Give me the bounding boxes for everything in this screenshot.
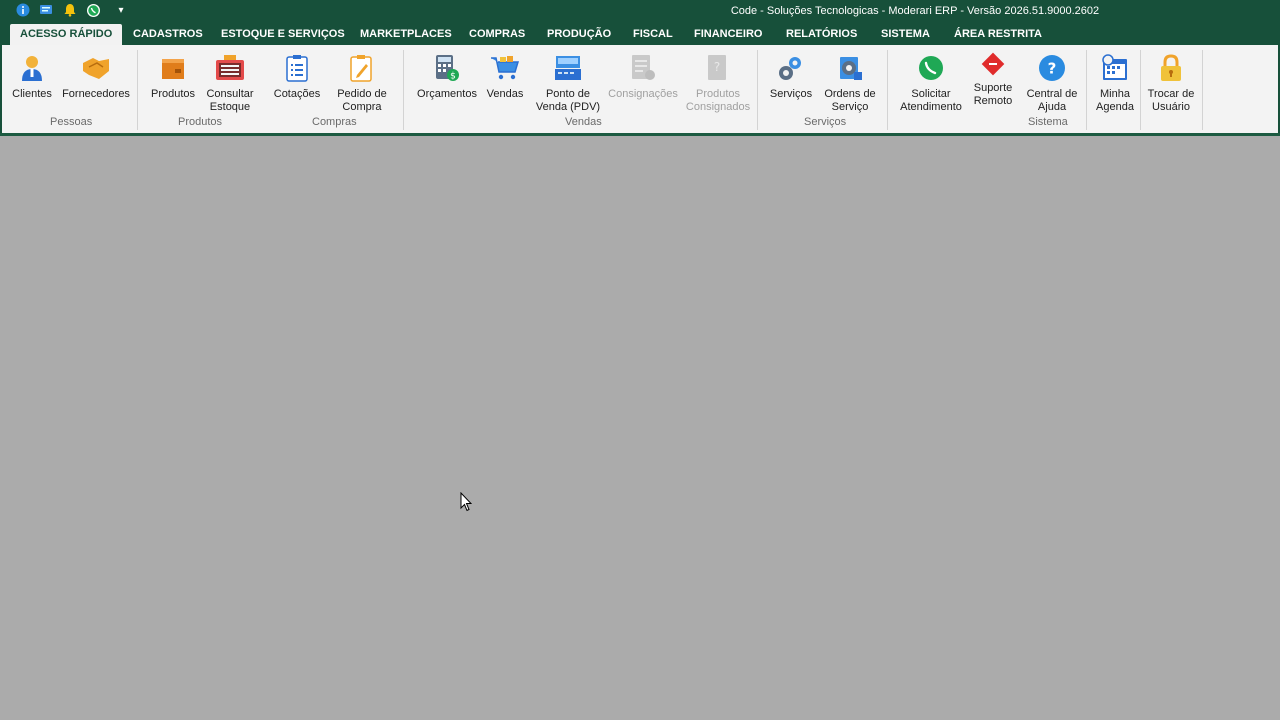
group-label-servicos: Serviços [804,116,847,128]
central-ajuda-button[interactable]: ? Central de Ajuda [1024,52,1080,114]
group-label-produtos: Produtos [178,116,223,128]
group-label-compras: Compras [312,116,357,128]
minha-agenda-button[interactable]: Minha Agenda [1093,52,1137,114]
ribbon-tabs: ACESSO RÁPIDO CADASTROS ESTOQUE E SERVIÇ… [0,24,1280,45]
group-divider [1202,50,1203,130]
group-divider [757,50,758,130]
handshake-icon [80,52,112,84]
consignment-doc-icon [627,52,659,84]
help-icon: ? [1036,52,1068,84]
pos-terminal-icon [552,52,584,84]
tab-fiscal[interactable]: FISCAL [633,24,673,45]
consigned-products-icon: ? [702,52,734,84]
group-divider [887,50,888,130]
group-label-vendas: Vendas [565,116,602,128]
clientes-button[interactable]: Clientes [12,52,52,101]
orcamentos-button[interactable]: $ Orçamentos [415,52,479,101]
clipboard-list-icon [281,52,313,84]
group-divider [403,50,404,130]
vendas-button[interactable]: Vendas [484,52,526,101]
trocar-usuario-button[interactable]: Trocar de Usuário [1144,52,1198,114]
group-label-sistema: Sistema [1028,116,1068,128]
workspace-area[interactable] [0,136,1280,720]
pedido-compra-button[interactable]: Pedido de Compra [334,52,390,114]
solicitar-atendimento-button[interactable]: Solicitar Atendimento [898,52,964,114]
window-title: Code - Soluções Tecnologicas - Moderari … [730,5,1100,17]
tab-compras[interactable]: COMPRAS [469,24,525,45]
gears-icon [775,52,807,84]
person-icon [16,52,48,84]
tab-acesso-rapido[interactable]: ACESSO RÁPIDO [10,24,123,45]
tab-financeiro[interactable]: FINANCEIRO [694,24,762,45]
ordens-servico-button[interactable]: Ordens de Serviço [820,52,880,114]
svg-text:$: $ [450,72,456,82]
svg-text:?: ? [714,60,720,74]
pdv-button[interactable]: Ponto de Venda (PDV) [533,52,603,114]
suporte-remoto-button[interactable]: Suporte Remoto [970,52,1016,108]
consignacoes-button[interactable]: Consignações [608,52,678,101]
tab-relatorios[interactable]: RELATÓRIOS [786,24,857,45]
fornecedores-button[interactable]: Fornecedores [61,52,131,101]
tab-cadastros[interactable]: CADASTROS [133,24,203,45]
service-order-icon [834,52,866,84]
tab-marketplaces[interactable]: MARKETPLACES [360,24,452,45]
padlock-icon [1155,52,1187,84]
ribbon-panel: Clientes Fornecedores Pessoas Produtos C… [0,45,1280,133]
order-pencil-icon [346,52,378,84]
svg-text:?: ? [1048,60,1057,78]
group-label-pessoas: Pessoas [50,116,93,128]
group-divider [137,50,138,130]
remote-support-icon [977,48,1009,80]
calculator-money-icon: $ [431,52,463,84]
shopping-cart-icon [489,52,521,84]
mouse-pointer-icon [460,491,473,516]
servicos-button[interactable]: Serviços [768,52,814,101]
tab-sistema[interactable]: SISTEMA [881,24,930,45]
group-divider [1140,50,1141,130]
tab-area-restrita[interactable]: ÁREA RESTRITA [954,24,1042,45]
group-divider [1086,50,1087,130]
produtos-button[interactable]: Produtos [148,52,198,101]
title-bar: ▾ Code - Soluções Tecnologicas - Moderar… [0,0,1280,24]
cotacoes-button[interactable]: Cotações [272,52,322,101]
calendar-clock-icon [1099,52,1131,84]
box-icon [157,52,189,84]
stock-register-icon [214,52,246,84]
tab-producao[interactable]: PRODUÇÃO [547,24,611,45]
consultar-estoque-button[interactable]: Consultar Estoque [204,52,256,114]
tab-estoque-servicos[interactable]: ESTOQUE E SERVIÇOS [221,24,345,45]
whatsapp-icon [915,52,947,84]
produtos-consignados-button[interactable]: ? Produtos Consignados [684,52,752,114]
